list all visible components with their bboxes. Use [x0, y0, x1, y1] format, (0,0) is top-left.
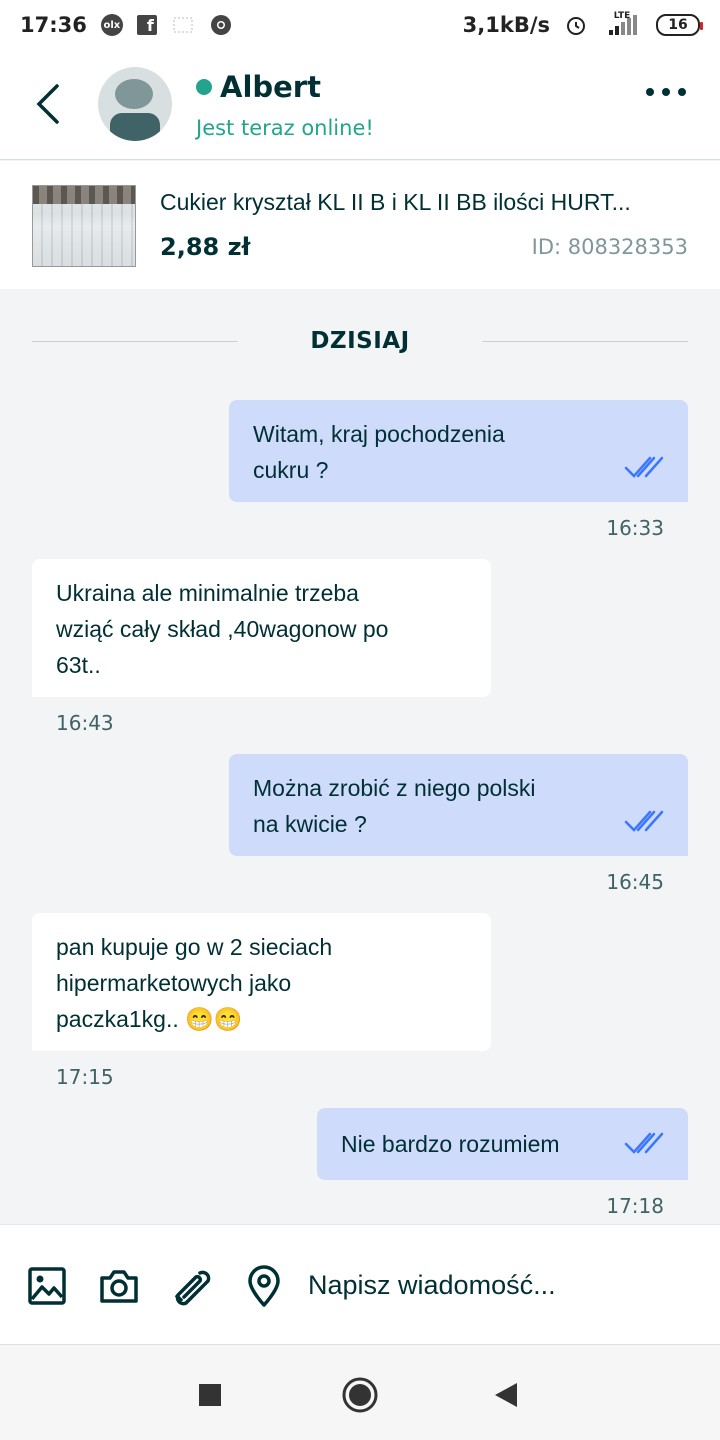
message-text: pan kupuje go w 2 sieciach — [56, 934, 333, 960]
message-bubble-outgoing[interactable]: Nie bardzo rozumiem — [317, 1108, 688, 1180]
message-bubble-outgoing[interactable]: Witam, kraj pochodzenia cukru ? — [229, 400, 688, 502]
ad-title: Cukier kryształ KL II B i KL II BB ilośc… — [160, 189, 631, 215]
alarm-icon — [564, 13, 588, 37]
attachment-icon — [174, 1270, 211, 1306]
message-text: 63t.. — [56, 652, 101, 678]
message-text: Nie bardzo rozumiem — [341, 1131, 560, 1157]
message-text: Można zrobić z niego polski — [253, 775, 536, 801]
battery-level: 16 — [668, 17, 688, 33]
network-speed: 3,1kB/s — [462, 13, 550, 37]
message-bubble-incoming[interactable]: Ukraina ale minimalnie trzeba wziąć cały… — [32, 559, 491, 697]
message-composer — [0, 1224, 720, 1344]
user-name-row: Albert — [196, 70, 321, 104]
system-nav-bar — [0, 1344, 720, 1440]
recents-icon — [199, 1384, 221, 1406]
message-text: wziąć cały skład ,40wagonow po — [56, 616, 389, 642]
ad-thumbnail — [32, 185, 136, 267]
message-time: 17:15 — [56, 1065, 114, 1089]
camera-button[interactable] — [98, 1265, 140, 1307]
location-icon — [248, 1265, 280, 1307]
online-indicator — [196, 79, 212, 95]
read-ticks-icon — [624, 1132, 664, 1154]
attachment-button[interactable] — [170, 1265, 212, 1307]
message-text: paczka1kg.. 😁😁 — [56, 1006, 243, 1032]
olx-icon: olx — [100, 14, 123, 36]
recents-button[interactable] — [190, 1375, 230, 1415]
battery-icon: 16 — [656, 14, 703, 36]
home-icon — [342, 1377, 378, 1413]
image-button[interactable] — [26, 1265, 68, 1307]
day-divider: DZISIAJ — [32, 326, 688, 356]
message-time: 16:33 — [606, 516, 664, 540]
placeholder-icon — [171, 13, 195, 37]
camera-icon — [100, 1270, 138, 1303]
back-nav-button[interactable] — [486, 1375, 526, 1415]
signal-icon: LTE — [602, 11, 642, 37]
user-status: Jest teraz online! — [196, 116, 374, 140]
message-time: 17:18 — [606, 1194, 664, 1218]
ad-price: 2,88 zł — [160, 233, 251, 261]
message-text: Ukraina ale minimalnie trzeba — [56, 580, 359, 606]
back-button[interactable] — [28, 78, 68, 130]
more-options-button[interactable] — [646, 88, 686, 96]
home-button[interactable] — [340, 1375, 380, 1415]
ad-card[interactable]: Cukier kryształ KL II B i KL II BB ilośc… — [0, 161, 720, 289]
message-text: hipermarketowych jako — [56, 970, 292, 996]
read-ticks-icon — [624, 456, 664, 478]
message-time: 16:43 — [56, 711, 114, 735]
avatar[interactable] — [98, 67, 172, 141]
message-bubble-outgoing[interactable]: Można zrobić z niego polski na kwicie ? — [229, 754, 688, 856]
message-text: cukru ? — [253, 457, 329, 483]
message-text: Witam, kraj pochodzenia — [253, 421, 505, 447]
chrome-icon — [209, 13, 233, 37]
location-button[interactable] — [243, 1265, 285, 1307]
user-name[interactable]: Albert — [220, 70, 321, 104]
message-text: na kwicie ? — [253, 811, 367, 837]
messages-list[interactable]: DZISIAJ Witam, kraj pochodzenia cukru ? … — [0, 290, 720, 1224]
message-time: 16:45 — [606, 870, 664, 894]
status-bar: 17:36 olx f 3,1kB/s LTE 16 — [0, 0, 720, 50]
facebook-icon: f — [136, 15, 157, 35]
read-ticks-icon — [624, 810, 664, 832]
image-icon — [28, 1267, 66, 1305]
message-bubble-incoming[interactable]: pan kupuje go w 2 sieciach hipermarketow… — [32, 913, 491, 1051]
status-time: 17:36 — [20, 13, 87, 37]
ad-id: ID: 808328353 — [531, 235, 688, 259]
back-icon — [495, 1383, 517, 1407]
message-input[interactable] — [308, 1263, 698, 1307]
chat-header: Albert Jest teraz online! — [0, 50, 720, 160]
chevron-left-icon — [36, 84, 59, 124]
day-label: DZISIAJ — [310, 328, 410, 354]
more-dots-icon — [646, 88, 654, 96]
